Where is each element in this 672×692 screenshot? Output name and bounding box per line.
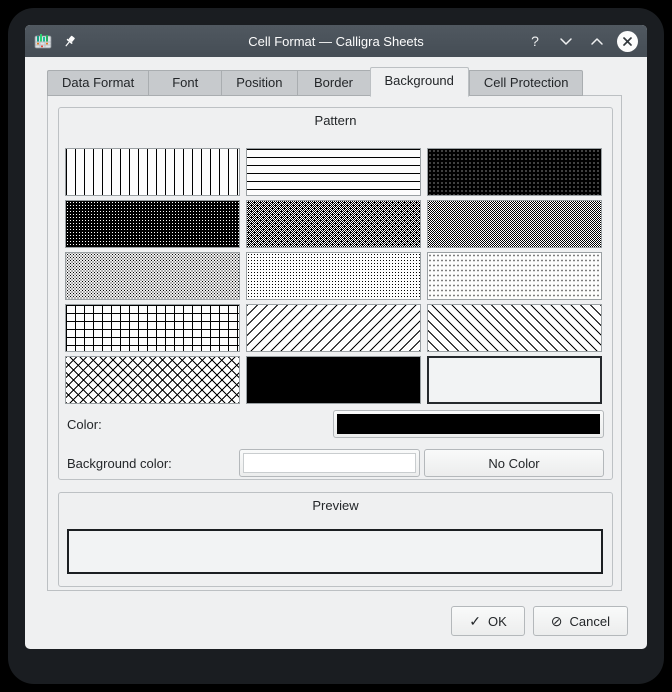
tab-font[interactable]: Font bbox=[148, 70, 221, 96]
titlebar[interactable]: Cell Format — Calligra Sheets bbox=[25, 25, 647, 57]
pattern-swatch-diagonal-backward[interactable] bbox=[427, 304, 602, 352]
ok-button[interactable]: ✓ OK bbox=[451, 606, 525, 636]
close-button[interactable] bbox=[617, 31, 638, 52]
background-tab-panel: Pattern Color: Background color: bbox=[47, 95, 622, 591]
pattern-swatch-vertical-lines[interactable] bbox=[65, 148, 240, 196]
background-color-label: Background color: bbox=[67, 456, 172, 471]
pattern-swatch-no-pattern[interactable] bbox=[427, 356, 602, 404]
no-color-button[interactable]: No Color bbox=[424, 449, 604, 477]
cell-format-dialog: Cell Format — Calligra Sheets bbox=[25, 25, 647, 649]
close-icon bbox=[622, 36, 633, 47]
pin-icon[interactable] bbox=[62, 34, 77, 49]
pattern-swatch-dense-63[interactable] bbox=[246, 200, 421, 248]
pattern-swatch-dense-94[interactable] bbox=[427, 148, 602, 196]
pattern-swatch-dense-6[interactable] bbox=[427, 252, 602, 300]
cancel-label: Cancel bbox=[570, 614, 610, 629]
window-frame: Cell Format — Calligra Sheets bbox=[8, 8, 664, 684]
color-swatch-fill bbox=[337, 414, 600, 434]
tab-border[interactable]: Border bbox=[297, 70, 370, 96]
no-color-label: No Color bbox=[488, 456, 539, 471]
tab-cell-protection[interactable]: Cell Protection bbox=[469, 70, 584, 96]
pattern-swatch-diagonal-cross[interactable] bbox=[65, 356, 240, 404]
preview-group-title: Preview bbox=[59, 493, 612, 513]
preview-box bbox=[67, 529, 603, 574]
tab-data-format[interactable]: Data Format bbox=[47, 70, 148, 96]
dialog-button-row: ✓ OK ⊘ Cancel bbox=[25, 606, 628, 636]
pattern-swatch-diagonal-forward[interactable] bbox=[246, 304, 421, 352]
pattern-swatch-dense-12[interactable] bbox=[246, 252, 421, 300]
background-color-swatch-fill bbox=[243, 453, 416, 473]
chevron-down-icon[interactable] bbox=[555, 30, 577, 52]
pattern-grid bbox=[65, 148, 602, 404]
pattern-swatch-dense-50[interactable] bbox=[427, 200, 602, 248]
no-entry-icon: ⊘ bbox=[551, 614, 563, 628]
pattern-swatch-dense-88[interactable] bbox=[65, 200, 240, 248]
chevron-up-icon[interactable] bbox=[586, 30, 608, 52]
preview-groupbox: Preview bbox=[58, 492, 613, 587]
tab-position[interactable]: Position bbox=[221, 70, 296, 96]
check-icon: ✓ bbox=[469, 614, 481, 628]
pattern-swatch-horizontal-lines[interactable] bbox=[246, 148, 421, 196]
tab-background[interactable]: Background bbox=[370, 67, 469, 97]
background-color-row: Background color: No Color bbox=[67, 449, 604, 477]
tab-bar: Data FormatFontPositionBorderBackgroundC… bbox=[47, 68, 647, 96]
background-color-button[interactable] bbox=[239, 449, 420, 477]
app-icon[interactable] bbox=[34, 32, 52, 50]
color-button[interactable] bbox=[333, 410, 604, 438]
pattern-swatch-cross-grid[interactable] bbox=[65, 304, 240, 352]
color-label: Color: bbox=[67, 417, 102, 432]
pattern-swatch-dense-37[interactable] bbox=[65, 252, 240, 300]
pattern-groupbox: Pattern Color: Background color: bbox=[58, 107, 613, 480]
dialog-content: Data FormatFontPositionBorderBackgroundC… bbox=[25, 57, 647, 649]
color-row: Color: bbox=[67, 410, 604, 438]
ok-label: OK bbox=[488, 614, 507, 629]
pattern-group-title: Pattern bbox=[59, 108, 612, 128]
help-button[interactable]: ? bbox=[524, 30, 546, 52]
pattern-swatch-solid[interactable] bbox=[246, 356, 421, 404]
cancel-button[interactable]: ⊘ Cancel bbox=[533, 606, 628, 636]
